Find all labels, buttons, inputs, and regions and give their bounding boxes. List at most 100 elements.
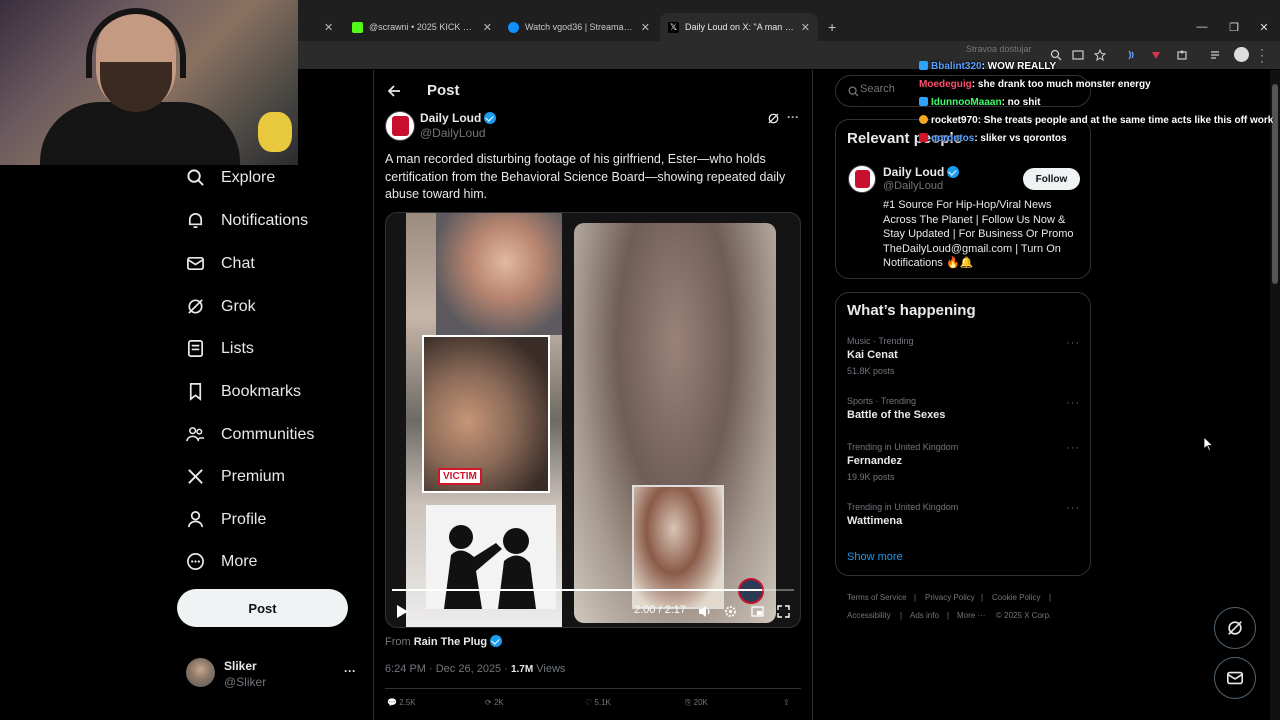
- media-control-icon[interactable]: [1210, 49, 1222, 61]
- close-icon[interactable]: ✕: [801, 21, 810, 34]
- sidebar-item-premium[interactable]: Premium: [186, 467, 285, 486]
- trend-item[interactable]: Music · Trending Kai Cenat 51.8K posts: [847, 336, 1077, 376]
- account-menu-icon[interactable]: ···: [344, 664, 356, 678]
- whats-happening-card: What’s happening: [835, 292, 1091, 576]
- author-avatar[interactable]: [385, 111, 415, 141]
- footer-link[interactable]: Cookie Policy: [992, 593, 1040, 602]
- tab-x-post[interactable]: 𝕏 Daily Loud on X: "A man record… ✕: [660, 13, 818, 41]
- address-overlay-text: Stravoa dostujar: [966, 44, 1032, 54]
- sidebar-item-label: Communities: [221, 425, 315, 443]
- volume-icon[interactable]: [698, 605, 711, 618]
- webcam-overlay: [0, 0, 298, 165]
- footer-link[interactable]: Terms of Service: [847, 593, 907, 602]
- footer-link[interactable]: More ···: [957, 611, 985, 620]
- close-icon[interactable]: ✕: [324, 21, 333, 34]
- page-scrollbar[interactable]: [1270, 70, 1280, 720]
- trend-item[interactable]: Sports · Trending Battle of the Sexes: [847, 396, 1077, 421]
- victim-frame: VICTIM: [422, 335, 550, 493]
- footer-link[interactable]: Accessibility: [847, 611, 891, 620]
- repost-count: 2K: [493, 698, 504, 707]
- trend-more-icon[interactable]: ···: [1066, 337, 1080, 349]
- trend-more-icon[interactable]: ···: [1066, 397, 1080, 409]
- trend-name: Kai Cenat: [847, 349, 898, 361]
- trend-more-icon[interactable]: ···: [1066, 442, 1080, 454]
- verified-badge-icon: [947, 166, 960, 178]
- search-input[interactable]: [860, 83, 920, 95]
- sidebar-item-bookmarks[interactable]: Bookmarks: [186, 382, 301, 401]
- play-icon[interactable]: [396, 605, 408, 618]
- trend-item[interactable]: Trending in United Kingdom Fernandez 19.…: [847, 442, 1077, 482]
- author-name[interactable]: Daily Loud: [420, 111, 497, 125]
- sidebar-item-profile[interactable]: Profile: [186, 510, 266, 529]
- video-player[interactable]: VICTIM 2:00 / 2:17: [385, 212, 801, 628]
- extension-shield-icon[interactable]: [1150, 49, 1162, 61]
- sidebar-item-more[interactable]: More: [186, 552, 257, 571]
- back-arrow-icon[interactable]: [387, 84, 401, 98]
- reply-button[interactable]: 💬 2.5K: [387, 698, 416, 707]
- install-icon[interactable]: [1072, 49, 1084, 61]
- chat-message: qorontos: sliker vs qorontos: [919, 133, 1067, 144]
- sidebar-item-notifications[interactable]: Notifications: [186, 211, 308, 230]
- footer-copyright: © 2025 X Corp.: [996, 611, 1052, 620]
- star-icon[interactable]: [1094, 49, 1106, 61]
- extension-wave-icon[interactable]: [1126, 49, 1138, 61]
- sidebar-item-grok[interactable]: Grok: [186, 297, 256, 316]
- repost-button[interactable]: ⟳ 2K: [485, 698, 504, 707]
- footer-link[interactable]: Ads info: [910, 611, 939, 620]
- scrollbar-thumb[interactable]: [1272, 84, 1278, 284]
- post-button[interactable]: Post: [177, 589, 348, 627]
- bookmark-button[interactable]: ⎘ 20K: [685, 698, 708, 708]
- post-more-icon[interactable]: ···: [787, 110, 799, 124]
- video-progress-track[interactable]: [392, 589, 794, 591]
- tab-label: @scrawni • 2025 KICK WRAPP…: [369, 22, 477, 32]
- sidebar-item-communities[interactable]: Communities: [186, 425, 314, 444]
- relevant-bio: #1 Source For Hip-Hop/Viral News Across …: [883, 199, 1074, 270]
- tab-close-partial[interactable]: ✕: [316, 13, 340, 41]
- tab-label: Watch vgod36 | Streamable: [525, 22, 635, 32]
- close-window-button[interactable]: ✕: [1248, 13, 1280, 41]
- follow-button[interactable]: Follow: [1023, 168, 1080, 190]
- sidebar-item-chat[interactable]: Chat: [186, 254, 255, 273]
- author-handle[interactable]: @DailyLoud: [420, 126, 486, 140]
- sidebar-item-label: Explore: [221, 168, 276, 186]
- tab-streamable[interactable]: Watch vgod36 | Streamable ✕: [500, 13, 658, 41]
- chat-badge-icon: [919, 61, 928, 70]
- restore-button[interactable]: ❐: [1218, 13, 1250, 41]
- browser-toolbar: › Stravoa dostujar ···: [292, 41, 1280, 69]
- trend-item[interactable]: Trending in United Kingdom Wattimena: [847, 502, 1077, 527]
- views-label: Views: [536, 663, 566, 675]
- profile-avatar-icon[interactable]: [1234, 47, 1249, 62]
- footer-separator: |: [981, 593, 984, 602]
- puzzle-icon[interactable]: [1176, 49, 1188, 61]
- settings-gear-icon[interactable]: [724, 605, 737, 618]
- trend-more-icon[interactable]: ···: [1066, 502, 1080, 514]
- footer-link[interactable]: Privacy Policy: [925, 593, 975, 602]
- sidebar-item-lists[interactable]: Lists: [186, 339, 254, 358]
- bell-icon: [188, 213, 203, 229]
- grok-explain-icon[interactable]: [767, 112, 780, 125]
- relevant-avatar[interactable]: [848, 165, 876, 193]
- trend-name: Battle of the Sexes: [847, 409, 946, 421]
- tab-label: Daily Loud on X: "A man record…: [685, 22, 795, 32]
- minimize-button[interactable]: —: [1186, 13, 1218, 41]
- post-timestamp[interactable]: 6:24 PM · Dec 26, 2025 ·: [385, 663, 508, 675]
- menu-kebab-icon[interactable]: · · ·: [1260, 43, 1264, 67]
- whats-happening-title: What’s happening: [847, 302, 976, 319]
- close-icon[interactable]: ✕: [483, 21, 492, 34]
- share-icon[interactable]: ⇪: [783, 698, 790, 707]
- close-icon[interactable]: ✕: [641, 21, 650, 34]
- messages-fab-button[interactable]: [1214, 657, 1256, 699]
- fullscreen-icon[interactable]: [777, 605, 790, 618]
- like-button[interactable]: ♡ 5.1K: [585, 698, 611, 707]
- sidebar-item-explore[interactable]: Explore: [186, 168, 275, 187]
- account-switcher[interactable]: Sliker @Sliker ···: [186, 658, 361, 690]
- grok-fab-button[interactable]: [1214, 607, 1256, 649]
- relevant-name[interactable]: Daily Loud: [883, 165, 960, 179]
- show-more-link[interactable]: Show more: [847, 551, 903, 563]
- zoom-icon[interactable]: [1050, 49, 1062, 61]
- picture-in-picture-icon[interactable]: [751, 605, 764, 618]
- from-account-link[interactable]: Rain The Plug: [414, 636, 487, 648]
- kick-favicon-icon: [352, 21, 363, 33]
- new-tab-button[interactable]: +: [820, 13, 844, 41]
- tab-kick[interactable]: @scrawni • 2025 KICK WRAPP… ✕: [344, 13, 500, 41]
